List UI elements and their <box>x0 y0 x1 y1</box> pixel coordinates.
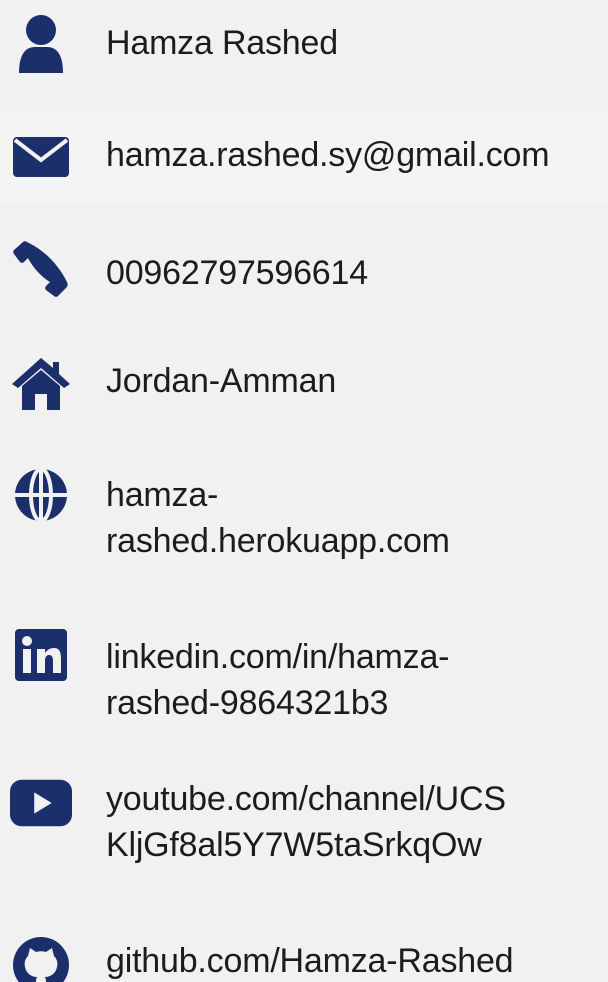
contact-item-website[interactable]: hamza- rashed.herokuapp.com <box>0 460 608 580</box>
contact-linkedin-text[interactable]: linkedin.com/in/hamza- rashed-9864321b3 <box>106 634 602 726</box>
contact-name-text: Hamza Rashed <box>106 24 338 62</box>
contact-github-text[interactable]: github.com/Hamza-Rashed <box>106 938 602 982</box>
contact-item-youtube[interactable]: youtube.com/channel/UCS KljGf8al5Y7W5taS… <box>0 772 608 892</box>
github-icon <box>10 934 72 982</box>
linkedin-icon <box>10 624 72 686</box>
youtube-icon <box>10 772 72 834</box>
envelope-icon <box>10 126 72 188</box>
contact-item-name: Hamza Rashed <box>0 0 608 90</box>
contact-item-linkedin[interactable]: linkedin.com/in/hamza- rashed-9864321b3 <box>0 624 608 744</box>
user-icon <box>10 12 72 74</box>
contact-item-phone[interactable]: 00962797596614 <box>0 230 608 320</box>
phone-icon <box>10 238 72 300</box>
contact-email-text[interactable]: hamza.rashed.sy@gmail.com <box>106 132 602 178</box>
globe-icon <box>10 464 72 526</box>
contact-item-github[interactable]: github.com/Hamza-Rashed <box>0 920 608 982</box>
contact-item-location: Jordan-Amman <box>0 340 608 430</box>
contact-item-email[interactable]: hamza.rashed.sy@gmail.com <box>0 112 608 202</box>
contact-phone-text[interactable]: 00962797596614 <box>106 250 602 296</box>
contact-location-text: Jordan-Amman <box>106 362 337 400</box>
contact-youtube-text[interactable]: youtube.com/channel/UCS KljGf8al5Y7W5taS… <box>106 776 602 868</box>
contact-website-text[interactable]: hamza- rashed.herokuapp.com <box>106 472 602 564</box>
home-icon <box>10 352 72 414</box>
contact-list: Hamza Rashed hamza.rashed.sy@gmail.com 0… <box>0 0 608 982</box>
